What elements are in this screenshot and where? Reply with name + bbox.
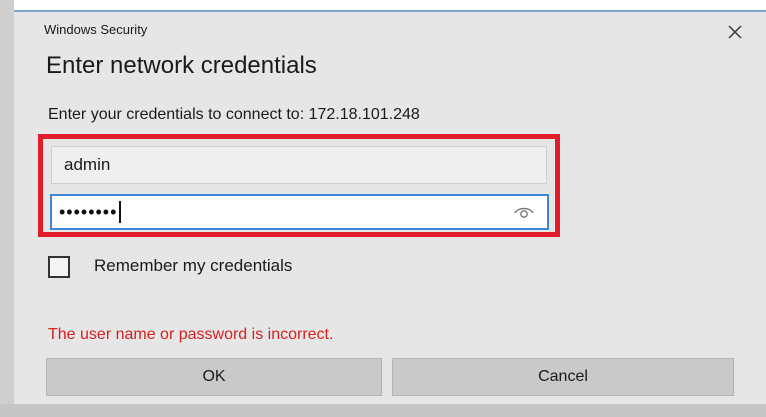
cancel-button[interactable]: Cancel — [392, 358, 734, 396]
dialog-heading: Enter network credentials — [46, 52, 317, 79]
connection-prompt: Enter your credentials to connect to: 17… — [48, 106, 420, 123]
window-title: Windows Security — [44, 22, 148, 37]
ok-button[interactable]: OK — [46, 358, 382, 396]
password-field[interactable]: •••••••• — [50, 194, 549, 230]
dialog-top-border — [14, 10, 766, 12]
credentials-dialog: Windows Security Enter network credentia… — [14, 10, 766, 404]
error-message: The user name or password is incorrect. — [48, 326, 334, 343]
username-value: admin — [64, 155, 111, 174]
username-field[interactable]: admin — [51, 146, 547, 184]
password-masked-value: •••••••• — [59, 202, 118, 222]
remember-credentials-label[interactable]: Remember my credentials — [94, 256, 292, 276]
top-background-strip — [0, 0, 766, 10]
close-icon[interactable] — [720, 18, 750, 46]
remember-credentials-checkbox[interactable] — [48, 256, 70, 278]
eye-icon[interactable] — [513, 204, 535, 220]
bottom-background-strip — [0, 404, 766, 417]
text-caret — [119, 201, 122, 223]
left-background-strip — [0, 0, 14, 417]
